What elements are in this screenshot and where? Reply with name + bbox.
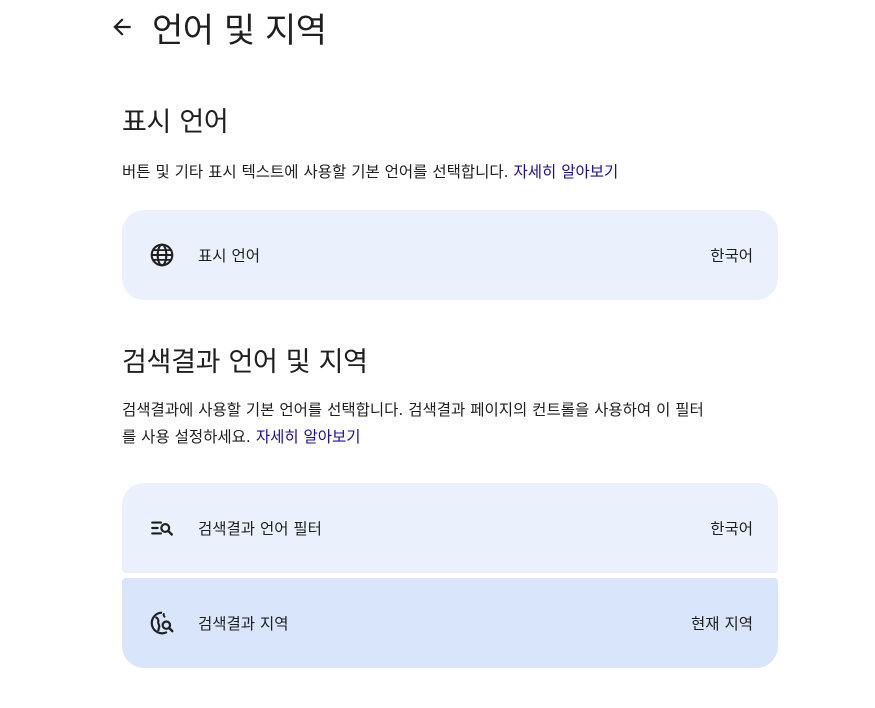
search-language-section: 검색결과 언어 및 지역 검색결과에 사용할 기본 언어를 선택합니다. 검색결… <box>122 340 778 451</box>
page-header: 언어 및 지역 <box>108 2 327 52</box>
page-title: 언어 및 지역 <box>152 10 327 51</box>
search-region-label: 검색결과 지역 <box>198 615 289 633</box>
display-language-section: 표시 언어 버튼 및 기타 표시 텍스트에 사용할 기본 언어를 선택합니다. … <box>122 100 778 186</box>
search-language-filter-item[interactable]: 검색결과 언어 필터 한국어 <box>122 483 778 573</box>
search-region-item[interactable]: 검색결과 지역 현재 지역 <box>122 578 778 668</box>
search-language-filter-value: 한국어 <box>710 520 753 538</box>
search-language-description-line2: 를 사용 설정하세요. <box>122 428 251 446</box>
search-region-value: 현재 지역 <box>691 615 753 633</box>
globe-search-icon <box>148 609 176 637</box>
language-region-page: 언어 및 지역 표시 언어 버튼 및 기타 표시 텍스트에 사용할 기본 언어를… <box>0 0 875 708</box>
search-language-title: 검색결과 언어 및 지역 <box>122 347 368 378</box>
display-language-title: 표시 언어 <box>122 107 229 138</box>
display-language-item[interactable]: 표시 언어 한국어 <box>122 210 778 300</box>
display-language-label: 표시 언어 <box>198 247 260 265</box>
display-language-value: 한국어 <box>710 247 753 265</box>
search-language-description-line1: 검색결과에 사용할 기본 언어를 선택합니다. 검색결과 페이지의 컨트롤을 사… <box>122 401 704 419</box>
back-button[interactable] <box>108 13 136 41</box>
globe-icon <box>148 241 176 269</box>
filter-search-icon <box>148 514 176 542</box>
display-language-learn-more-link[interactable]: 자세히 알아보기 <box>514 163 619 181</box>
search-language-description: 검색결과에 사용할 기본 언어를 선택합니다. 검색결과 페이지의 컨트롤을 사… <box>122 397 778 451</box>
display-language-description-text: 버튼 및 기타 표시 텍스트에 사용할 기본 언어를 선택합니다. <box>122 163 509 181</box>
search-language-filter-label: 검색결과 언어 필터 <box>198 520 322 538</box>
arrow-left-icon <box>113 18 131 36</box>
search-language-learn-more-link[interactable]: 자세히 알아보기 <box>256 428 361 446</box>
display-language-description: 버튼 및 기타 표시 텍스트에 사용할 기본 언어를 선택합니다. 자세히 알아… <box>122 159 778 186</box>
